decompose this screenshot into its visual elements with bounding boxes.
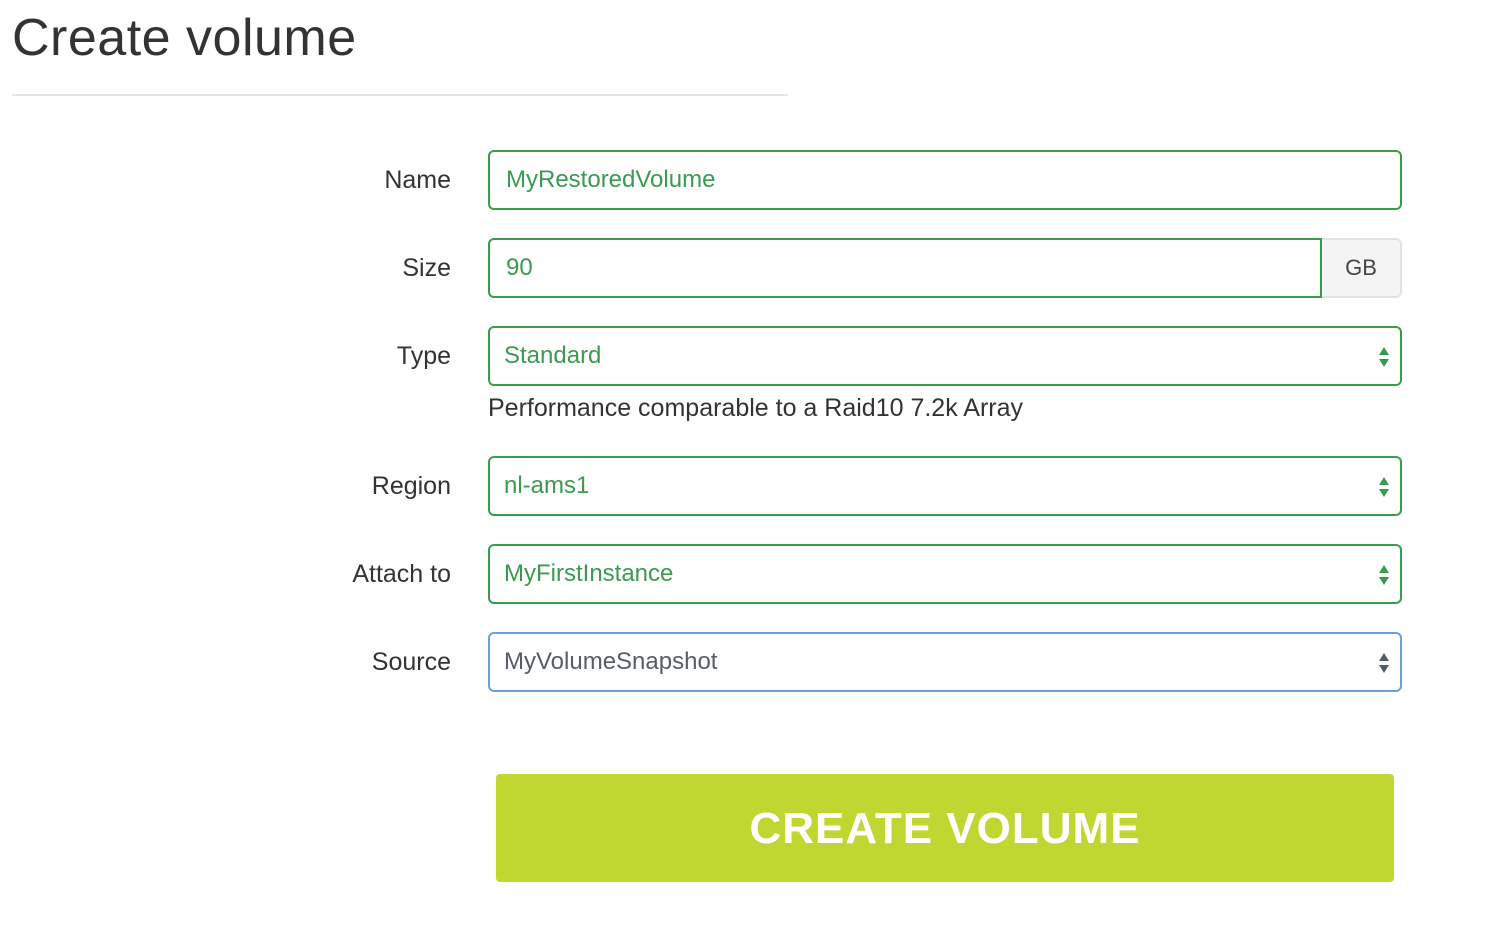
form-row-type: Type Standard (0, 326, 1504, 388)
form-row-name: Name MyRestoredVolume (0, 150, 1504, 212)
title-divider (12, 94, 788, 96)
name-input[interactable]: MyRestoredVolume (488, 150, 1402, 210)
page-title: Create volume (12, 9, 357, 67)
attach-to-select-value: MyFirstInstance (504, 560, 674, 587)
type-select-value: Standard (504, 342, 602, 369)
create-volume-button[interactable]: CREATE VOLUME (496, 774, 1394, 882)
attach-to-select[interactable]: MyFirstInstance (488, 544, 1402, 604)
up-down-arrows-icon (1379, 653, 1389, 673)
type-help-text: Performance comparable to a Raid10 7.2k … (488, 394, 1023, 422)
source-select-value: MyVolumeSnapshot (504, 648, 718, 675)
size-label: Size (402, 254, 451, 282)
form-row-source: Source MyVolumeSnapshot (0, 632, 1504, 694)
size-unit-addon: GB (1322, 238, 1402, 298)
up-down-arrows-icon (1379, 565, 1389, 585)
form-row-attach-to: Attach to MyFirstInstance (0, 544, 1504, 606)
form-row-region: Region nl-ams1 (0, 456, 1504, 518)
type-select[interactable]: Standard (488, 326, 1402, 386)
attach-to-label: Attach to (352, 560, 451, 588)
name-label: Name (384, 166, 451, 194)
up-down-arrows-icon (1379, 347, 1389, 367)
region-select[interactable]: nl-ams1 (488, 456, 1402, 516)
form-row-size: Size 90 GB (0, 238, 1504, 300)
type-label: Type (396, 342, 451, 370)
region-select-value: nl-ams1 (504, 472, 590, 499)
region-label: Region (371, 472, 451, 500)
size-input[interactable]: 90 (488, 238, 1322, 298)
up-down-arrows-icon (1379, 477, 1389, 497)
source-label: Source (371, 648, 451, 676)
source-select[interactable]: MyVolumeSnapshot (488, 632, 1402, 692)
